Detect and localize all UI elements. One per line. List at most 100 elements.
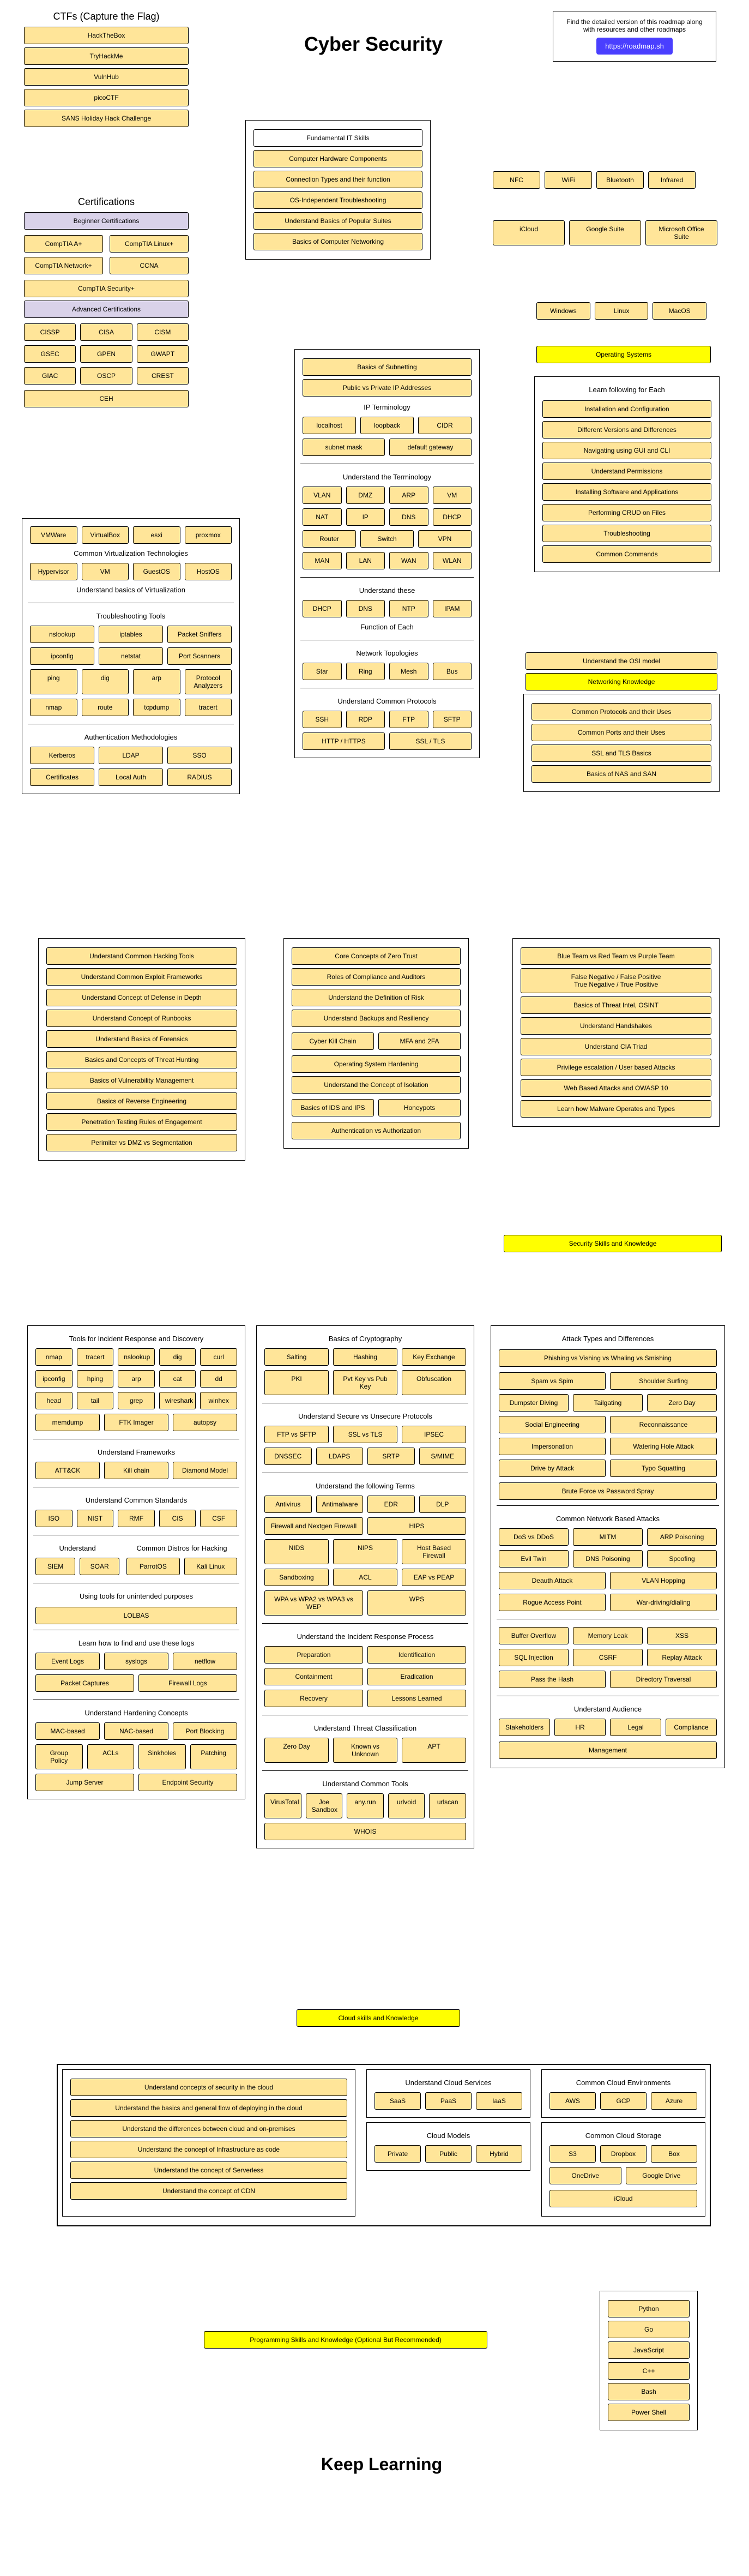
fund-item[interactable]: OS-Independent Troubleshooting: [253, 191, 422, 209]
os-learn-item[interactable]: Understand Permissions: [542, 463, 711, 480]
proto-item[interactable]: SSL / TLS: [389, 732, 472, 750]
hard-item[interactable]: MAC-based: [35, 1722, 100, 1740]
os-learn-item[interactable]: Common Commands: [542, 545, 711, 563]
ct-item[interactable]: ACL: [333, 1569, 397, 1586]
conn-item[interactable]: NFC: [493, 171, 540, 189]
zt-item[interactable]: Roles of Compliance and Auditors: [292, 968, 461, 986]
team-item[interactable]: False Negative / False Positive True Neg…: [521, 968, 711, 993]
these-item[interactable]: DNS: [346, 600, 385, 617]
ct-item[interactable]: Host Based Firewall: [402, 1539, 466, 1564]
hack-item[interactable]: Penetration Testing Rules of Engagement: [46, 1113, 237, 1131]
crypto-item[interactable]: Key Exchange: [402, 1348, 466, 1366]
net-attack[interactable]: VLAN Hopping: [610, 1572, 717, 1589]
std-item[interactable]: ISO: [35, 1510, 73, 1527]
ct-item[interactable]: WPA vs WPA2 vs WPA3 vs WEP: [264, 1590, 363, 1616]
os-learn-item[interactable]: Troubleshooting: [542, 525, 711, 542]
virt-tool[interactable]: proxmox: [185, 526, 232, 544]
ctf-item[interactable]: HackTheBox: [24, 27, 189, 44]
crypto-item[interactable]: Pvt Key vs Pub Key: [333, 1370, 397, 1395]
cert-item[interactable]: CompTIA Network+: [24, 257, 103, 274]
inc-tool[interactable]: dig: [159, 1348, 196, 1366]
net-item[interactable]: SSL and TLS Basics: [531, 744, 711, 762]
inc-tool[interactable]: tail: [77, 1392, 114, 1409]
tt-item[interactable]: route: [82, 699, 129, 716]
net-attack[interactable]: ARP Poisoning: [647, 1528, 717, 1546]
proto-item[interactable]: HTTP / HTTPS: [303, 732, 385, 750]
other-attack[interactable]: SQL Injection: [499, 1649, 569, 1666]
os-type[interactable]: Windows: [536, 302, 590, 320]
inc-tool[interactable]: head: [35, 1392, 73, 1409]
sec-item[interactable]: DNSSEC: [264, 1448, 312, 1465]
ct-item[interactable]: Firewall and Nextgen Firewall: [264, 1517, 363, 1535]
tt-item[interactable]: nmap: [30, 699, 77, 716]
ct-item[interactable]: Antivirus: [264, 1496, 312, 1513]
sec-item[interactable]: FTP vs SFTP: [264, 1426, 329, 1443]
hard-item[interactable]: Endpoint Security: [138, 1774, 237, 1791]
zt-item[interactable]: Basics of IDS and IPS: [292, 1099, 374, 1116]
attack-item[interactable]: Zero Day: [647, 1394, 717, 1412]
model-item[interactable]: Public: [425, 2145, 472, 2163]
log-item[interactable]: netflow: [173, 1653, 237, 1670]
virt-tool[interactable]: VirtualBox: [82, 526, 129, 544]
os-type[interactable]: Linux: [595, 302, 649, 320]
ctf-item[interactable]: SANS Holiday Hack Challenge: [24, 110, 189, 127]
st-item[interactable]: Dropbox: [600, 2145, 647, 2163]
ct-item[interactable]: HIPS: [367, 1517, 466, 1535]
hard-item[interactable]: Sinkholes: [138, 1744, 186, 1769]
cert-item[interactable]: GWAPT: [137, 345, 189, 363]
common-item[interactable]: urlscan: [429, 1793, 466, 1818]
log-item[interactable]: Firewall Logs: [138, 1674, 237, 1692]
auth-item[interactable]: Kerberos: [30, 747, 94, 764]
crypto-item[interactable]: Hashing: [333, 1348, 397, 1366]
cert-item[interactable]: CEH: [24, 390, 189, 407]
other-attack[interactable]: Pass the Hash: [499, 1671, 606, 1688]
ctf-item[interactable]: VulnHub: [24, 68, 189, 86]
tt-item[interactable]: tracert: [185, 699, 232, 716]
term-item[interactable]: Switch: [360, 530, 414, 548]
aud-item[interactable]: HR: [554, 1719, 606, 1736]
inc-tool[interactable]: arp: [118, 1370, 155, 1388]
hack-item[interactable]: Basics of Reverse Engineering: [46, 1092, 237, 1110]
team-item[interactable]: Learn how Malware Operates and Types: [521, 1100, 711, 1118]
net-item[interactable]: Common Protocols and their Uses: [531, 703, 711, 720]
security-title[interactable]: Security Skills and Knowledge: [504, 1235, 722, 1252]
prog-title[interactable]: Programming Skills and Knowledge (Option…: [204, 2331, 487, 2349]
virt-item[interactable]: HostOS: [185, 563, 232, 580]
svc-item[interactable]: SaaS: [374, 2092, 421, 2110]
log-item[interactable]: syslogs: [104, 1653, 168, 1670]
aud-item[interactable]: Management: [499, 1742, 717, 1759]
attack-item[interactable]: Drive by Attack: [499, 1460, 606, 1477]
team-item[interactable]: Privilege escalation / User based Attack…: [521, 1059, 711, 1076]
irp-item[interactable]: Containment: [264, 1668, 363, 1685]
attack-item[interactable]: Spam vs Spim: [499, 1372, 606, 1390]
cert-item[interactable]: GIAC: [24, 367, 76, 385]
zt-item[interactable]: Cyber Kill Chain: [292, 1032, 374, 1050]
auth-item[interactable]: RADIUS: [167, 768, 232, 786]
cloud-concept[interactable]: Understand the basics and general flow o…: [70, 2099, 347, 2117]
lang-item[interactable]: JavaScript: [608, 2341, 690, 2359]
other-attack[interactable]: CSRF: [573, 1649, 643, 1666]
os-learn-item[interactable]: Installing Software and Applications: [542, 483, 711, 501]
hack-item[interactable]: Understand Basics of Forensics: [46, 1030, 237, 1048]
os-learn-item[interactable]: Different Versions and Differences: [542, 421, 711, 439]
inc-tool[interactable]: tracert: [77, 1348, 114, 1366]
distro-item[interactable]: ParrotOS: [126, 1558, 179, 1575]
st-item[interactable]: OneDrive: [549, 2167, 621, 2184]
fund-item[interactable]: Understand Basics of Popular Suites: [253, 212, 422, 230]
attack-item[interactable]: Impersonation: [499, 1438, 606, 1455]
term-item[interactable]: ARP: [389, 487, 428, 504]
ip-item[interactable]: loopback: [360, 417, 414, 434]
st-item[interactable]: S3: [549, 2145, 596, 2163]
lolbas[interactable]: LOLBAS: [35, 1607, 237, 1624]
os-type[interactable]: MacOS: [653, 302, 706, 320]
conn-item[interactable]: Bluetooth: [596, 171, 644, 189]
other-attack[interactable]: Memory Leak: [573, 1627, 643, 1644]
svc-item[interactable]: PaaS: [425, 2092, 472, 2110]
cert-item[interactable]: CISA: [80, 323, 132, 341]
virt-item[interactable]: GuestOS: [133, 563, 180, 580]
ct-item[interactable]: Antimalware: [316, 1496, 364, 1513]
inc-tool[interactable]: dd: [200, 1370, 237, 1388]
inc-tool[interactable]: ipconfig: [35, 1370, 73, 1388]
proto-item[interactable]: SSH: [303, 711, 342, 728]
ct-item[interactable]: EAP vs PEAP: [402, 1569, 466, 1586]
